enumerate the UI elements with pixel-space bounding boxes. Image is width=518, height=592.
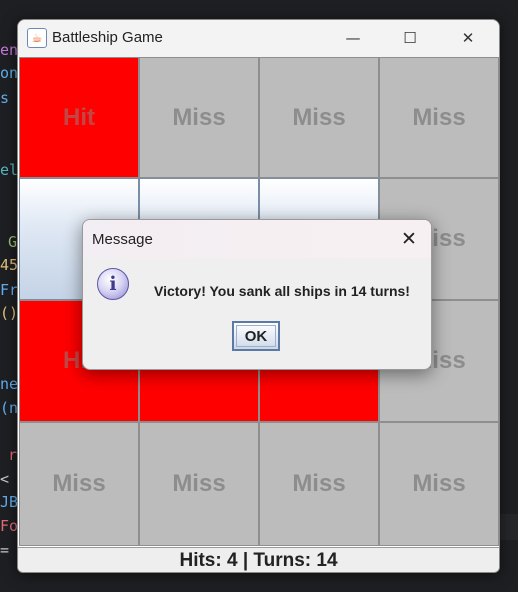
code-fragment: el [0, 161, 19, 179]
dialog-message: Victory! You sank all ships in 14 turns! [154, 283, 410, 299]
grid-cell-r1-c4[interactable]: Miss [379, 57, 499, 178]
grid-cell-r1-c1[interactable]: Hit [19, 57, 139, 178]
code-fragment: en [0, 41, 19, 59]
code-fragment: < [0, 470, 10, 488]
grid-cell-r4-c2[interactable]: Miss [139, 422, 259, 546]
code-fragment: Fo [0, 517, 19, 535]
code-fragment: () [0, 304, 19, 322]
code-fragment: s [0, 89, 10, 107]
window-title: Battleship Game [52, 29, 163, 46]
code-fragment: Fr [0, 281, 19, 299]
grid-cell-r4-c4[interactable]: Miss [379, 422, 499, 546]
code-fragment: r [8, 446, 18, 464]
dialog-title: Message [92, 231, 153, 248]
minimize-button[interactable]: — [330, 20, 376, 56]
background-code-editor: en on s el G 45 Fr () ne (n r < JB Fo = [0, 0, 18, 592]
code-fragment: ne [0, 375, 19, 393]
java-cup-icon: ☕ [27, 28, 47, 48]
grid-cell-r4-c3[interactable]: Miss [259, 422, 379, 546]
code-fragment: JB [0, 493, 19, 511]
message-dialog: Message ✕ i Victory! You sank all ships … [82, 219, 432, 370]
code-fragment: = [0, 541, 10, 559]
grid-cell-r4-c1[interactable]: Miss [19, 422, 139, 546]
ok-button[interactable]: OK [232, 321, 280, 351]
window-titlebar[interactable]: ☕ Battleship Game — ☐ ✕ [18, 20, 499, 57]
code-fragment: (n [0, 399, 19, 417]
grid-cell-r1-c3[interactable]: Miss [259, 57, 379, 178]
code-fragment: G [8, 233, 18, 251]
maximize-button[interactable]: ☐ [387, 20, 433, 56]
dialog-titlebar[interactable]: Message ✕ [83, 220, 431, 258]
information-icon: i [97, 268, 129, 300]
dialog-close-button[interactable]: ✕ [395, 226, 423, 252]
close-button[interactable]: ✕ [445, 20, 491, 56]
grid-cell-r1-c2[interactable]: Miss [139, 57, 259, 178]
status-label: Hits: 4 | Turns: 14 [18, 547, 499, 572]
code-fragment: 45 [0, 256, 19, 274]
code-fragment: on [0, 64, 19, 82]
